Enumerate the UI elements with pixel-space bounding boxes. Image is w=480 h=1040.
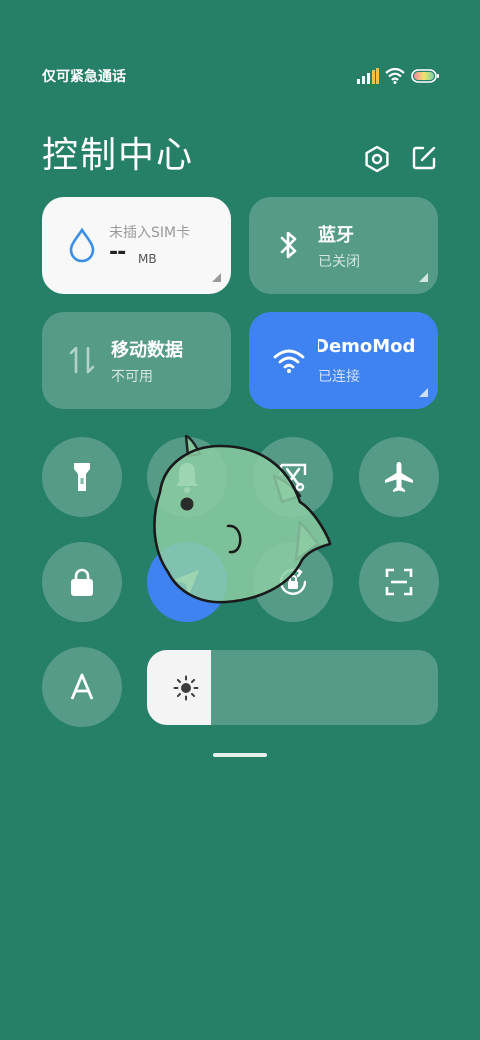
rotation-lock-toggle[interactable] xyxy=(253,542,333,622)
flashlight-icon xyxy=(74,463,90,491)
data-usage-value: -- xyxy=(109,240,126,265)
settings-button[interactable] xyxy=(362,144,392,174)
mobile-data-arrows-icon xyxy=(69,346,95,374)
wifi-icon xyxy=(273,349,305,373)
data-usage-unit: MB xyxy=(138,252,157,266)
scissors-icon xyxy=(279,463,307,492)
airplane-mode-toggle[interactable] xyxy=(359,437,439,517)
expand-corner-icon xyxy=(419,273,428,282)
bluetooth-tile[interactable]: 蓝牙 已关闭 xyxy=(249,197,438,294)
sun-icon xyxy=(173,675,199,701)
wifi-network-name: DemoMod xyxy=(318,336,416,357)
scanner-toggle[interactable] xyxy=(359,542,439,622)
airplane-icon xyxy=(385,462,413,492)
status-carrier-text: 仅可紧急通话 xyxy=(42,69,126,85)
location-arrow-icon xyxy=(175,570,199,594)
silent-toggle[interactable] xyxy=(147,437,227,517)
edit-button[interactable] xyxy=(410,144,438,172)
battery-icon xyxy=(411,69,439,83)
scan-icon xyxy=(385,568,413,596)
edit-icon xyxy=(412,146,436,170)
expand-corner-icon xyxy=(212,273,221,282)
data-usage-tile[interactable]: 未插入SIM卡 -- MB xyxy=(42,197,231,294)
lock-screen-toggle[interactable] xyxy=(42,542,122,622)
sim-status-text: 未插入SIM卡 xyxy=(109,225,191,241)
bluetooth-title: 蓝牙 xyxy=(318,225,354,246)
lock-icon xyxy=(71,568,93,596)
letter-a-icon xyxy=(70,673,94,700)
mobile-data-tile[interactable]: 移动数据 不可用 xyxy=(42,312,231,409)
mobile-data-status: 不可用 xyxy=(111,369,153,385)
flashlight-toggle[interactable] xyxy=(42,437,122,517)
screenshot-toggle[interactable] xyxy=(253,437,333,517)
wifi-status: 已连接 xyxy=(318,369,360,385)
wifi-icon xyxy=(385,68,405,84)
page-title: 控制中心 xyxy=(42,135,195,176)
bell-icon xyxy=(176,463,198,493)
drag-handle[interactable] xyxy=(213,753,267,757)
rotation-lock-icon xyxy=(279,567,307,595)
font-size-toggle[interactable] xyxy=(42,647,122,727)
mobile-data-title: 移动数据 xyxy=(111,340,183,361)
bluetooth-status: 已关闭 xyxy=(318,254,360,270)
wifi-tile[interactable]: DemoMod 已连接 xyxy=(249,312,438,409)
settings-icon xyxy=(365,145,389,173)
water-drop-icon xyxy=(69,227,95,263)
status-icons xyxy=(357,66,439,86)
brightness-slider[interactable] xyxy=(147,650,438,725)
signal-icon xyxy=(357,68,379,84)
expand-corner-icon xyxy=(419,388,428,397)
bluetooth-icon xyxy=(280,231,297,259)
location-toggle[interactable] xyxy=(147,542,227,622)
